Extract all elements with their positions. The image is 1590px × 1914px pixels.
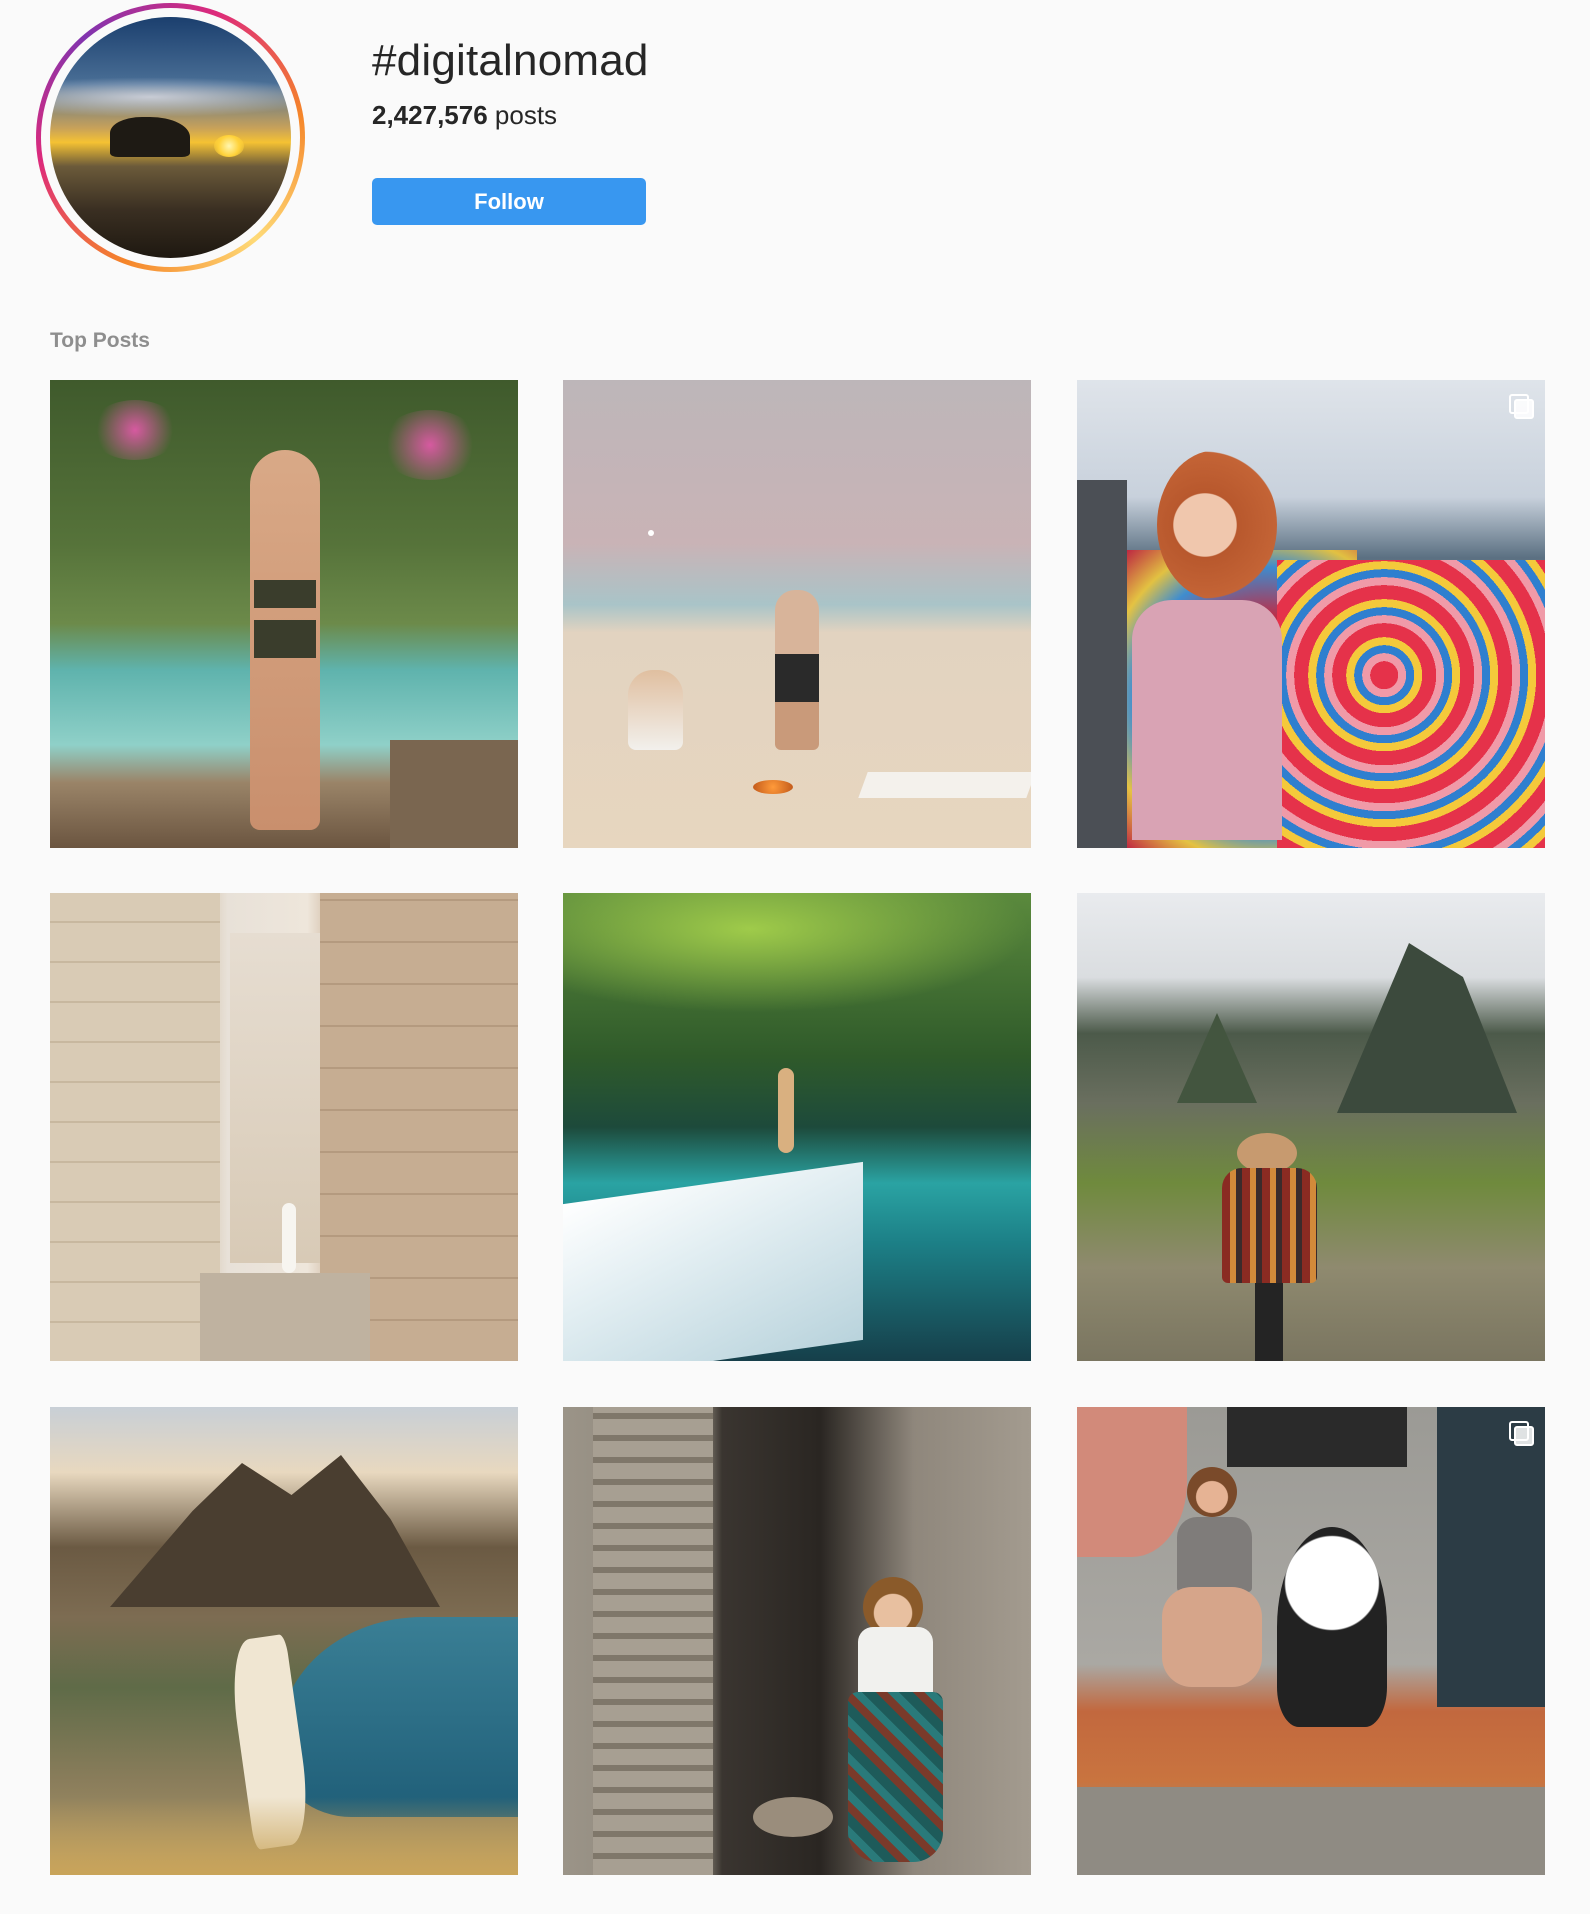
post-count-number: 2,427,576 — [372, 100, 488, 130]
post-thumbnail[interactable] — [50, 893, 518, 1361]
hashtag-title: #digitalnomad — [372, 36, 649, 85]
post-count: 2,427,576 posts — [372, 100, 557, 131]
post-thumbnail[interactable] — [563, 380, 1031, 848]
post-thumbnail[interactable] — [50, 1407, 518, 1875]
post-thumbnail[interactable] — [1077, 893, 1545, 1361]
hashtag-avatar-image — [50, 17, 291, 258]
follow-button[interactable]: Follow — [372, 178, 646, 225]
top-posts-heading: Top Posts — [50, 329, 150, 352]
top-posts-grid — [50, 380, 1546, 1875]
post-thumbnail[interactable] — [563, 1407, 1031, 1875]
hashtag-avatar — [36, 3, 305, 272]
post-count-suffix: posts — [487, 100, 558, 130]
post-thumbnail[interactable] — [1077, 1407, 1545, 1875]
post-thumbnail[interactable] — [1077, 380, 1545, 848]
multiple-photos-icon — [1509, 1421, 1534, 1446]
multiple-photos-icon — [1509, 394, 1534, 419]
post-thumbnail[interactable] — [563, 893, 1031, 1361]
post-thumbnail[interactable] — [50, 380, 518, 848]
